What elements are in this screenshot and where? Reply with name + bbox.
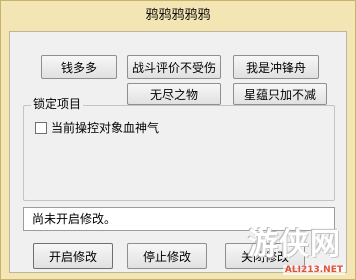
start-modify-button[interactable]: 开启修改 (33, 243, 113, 269)
stop-modify-button[interactable]: 停止修改 (127, 243, 207, 269)
status-field: 尚未开启修改。 (23, 207, 335, 231)
lock-group-label: 锁定项目 (31, 97, 84, 111)
battle-rating-button[interactable]: 战斗评价不受伤 (127, 55, 221, 79)
health-lock-label: 当前操控对象血神气 (51, 121, 160, 135)
money-button[interactable]: 钱多多 (41, 55, 117, 79)
star-no-decrease-button[interactable]: 星蕴只加不减 (233, 83, 327, 105)
health-lock-checkbox[interactable] (35, 121, 47, 134)
endless-item-button[interactable]: 无尽之物 (127, 83, 221, 105)
charge-boat-button[interactable]: 我是冲锋舟 (233, 55, 319, 79)
close-modify-button[interactable]: 关闭修改 (225, 243, 305, 269)
trainer-window: 鸦鸦鸦鸦鸦 钱多多 战斗评价不受伤 我是冲锋舟 无尽之物 星蕴只加不减 锁定项目… (0, 0, 356, 280)
window-title: 鸦鸦鸦鸦鸦 (1, 1, 355, 31)
health-lock-option[interactable]: 当前操控对象血神气 (35, 119, 159, 136)
